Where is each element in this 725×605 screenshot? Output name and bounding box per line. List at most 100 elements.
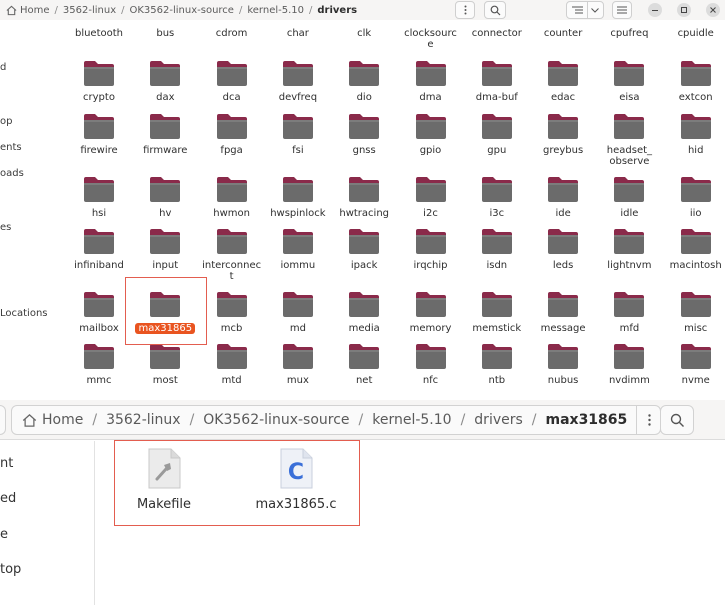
folder-item[interactable]: mfd: [596, 291, 662, 343]
breadcrumb-home[interactable]: Home: [20, 5, 50, 16]
folder-item[interactable]: most: [132, 343, 198, 395]
folder-item[interactable]: nubus: [530, 343, 596, 395]
sidebar-item-5[interactable]: es: [0, 222, 11, 233]
breadcrumb-3562-linux[interactable]: 3562-linux: [106, 412, 181, 428]
folder-item[interactable]: hsi: [66, 176, 132, 228]
folder-item[interactable]: hv: [132, 176, 198, 228]
folder-label[interactable]: bluetooth: [66, 28, 132, 39]
folder-item[interactable]: extcon: [663, 60, 725, 112]
back-button-edge[interactable]: [0, 405, 6, 435]
sidebar-item-2[interactable]: ed: [0, 491, 16, 506]
folder-label[interactable]: bus: [132, 28, 198, 39]
folder-item[interactable]: hwmon: [199, 176, 265, 228]
folder-item[interactable]: interconnec t: [199, 228, 265, 282]
folder-item[interactable]: gpio: [398, 113, 464, 165]
sidebar-item-other-locations[interactable]: Locations: [0, 308, 48, 319]
maximize-button[interactable]: [677, 3, 691, 17]
folder-item[interactable]: ntb: [464, 343, 530, 395]
folder-item[interactable]: iommu: [265, 228, 331, 280]
breadcrumb-drivers[interactable]: drivers: [317, 5, 357, 16]
breadcrumb-kernel[interactable]: kernel-5.10: [372, 412, 451, 428]
folder-item[interactable]: greybus: [530, 113, 596, 165]
folder-item[interactable]: leds: [530, 228, 596, 280]
folder-item[interactable]: crypto: [66, 60, 132, 112]
folder-item[interactable]: md: [265, 291, 331, 343]
sidebar-item-3[interactable]: e: [0, 527, 8, 542]
folder-item[interactable]: mmc: [66, 343, 132, 395]
folder-item[interactable]: i3c: [464, 176, 530, 228]
folder-label[interactable]: char: [265, 28, 331, 39]
folder-label[interactable]: clocksourc e: [398, 28, 464, 50]
breadcrumb-max31865[interactable]: max31865: [546, 412, 628, 428]
folder-item[interactable]: dma-buf: [464, 60, 530, 112]
folder-item[interactable]: memory: [398, 291, 464, 343]
path-menu-button[interactable]: [455, 1, 475, 19]
folder-item[interactable]: macintosh: [663, 228, 725, 280]
minimize-button[interactable]: [648, 3, 662, 17]
folder-item[interactable]: dio: [331, 60, 397, 112]
folder-item[interactable]: nvdimm: [596, 343, 662, 395]
path-menu-button[interactable]: [636, 406, 662, 434]
folder-item[interactable]: ide: [530, 176, 596, 228]
folder-item[interactable]: misc: [663, 291, 725, 343]
sidebar-item-1[interactable]: d: [0, 62, 6, 73]
folder-item[interactable]: eisa: [596, 60, 662, 112]
search-button[interactable]: [484, 1, 506, 19]
breadcrumb-3562-linux[interactable]: 3562-linux: [63, 5, 116, 16]
folder-item[interactable]: mux: [265, 343, 331, 395]
breadcrumb-drivers[interactable]: drivers: [474, 412, 522, 428]
folder-item[interactable]: hwtracing: [331, 176, 397, 228]
folder-item[interactable]: irqchip: [398, 228, 464, 280]
sidebar-item-4[interactable]: oads: [0, 168, 24, 179]
sidebar-item-2[interactable]: op: [0, 116, 12, 127]
breadcrumb-ok3562-linux-source[interactable]: OK3562-linux-source: [203, 412, 349, 428]
folder-item[interactable]: devfreq: [265, 60, 331, 112]
folder-item[interactable]: isdn: [464, 228, 530, 280]
folder-item[interactable]: message: [530, 291, 596, 343]
folder-item[interactable]: dax: [132, 60, 198, 112]
folder-label[interactable]: clk: [331, 28, 397, 39]
folder-item[interactable]: net: [331, 343, 397, 395]
breadcrumb-ok3562-linux-source[interactable]: OK3562-linux-source: [130, 5, 234, 16]
sidebar-item-1[interactable]: nt: [0, 456, 13, 471]
folder-item[interactable]: headset_ observe: [596, 113, 662, 167]
sidebar-item-4[interactable]: top: [0, 562, 21, 577]
breadcrumb-kernel[interactable]: kernel-5.10: [247, 5, 304, 16]
folder-item[interactable]: firewire: [66, 113, 132, 165]
folder-item[interactable]: gpu: [464, 113, 530, 165]
folder-label[interactable]: cdrom: [199, 28, 265, 39]
folder-item[interactable]: memstick: [464, 291, 530, 343]
folder-item[interactable]: dca: [199, 60, 265, 112]
folder-item[interactable]: edac: [530, 60, 596, 112]
folder-item[interactable]: fpga: [199, 113, 265, 165]
folder-item[interactable]: hwspinlock: [265, 176, 331, 228]
folder-item[interactable]: iio: [663, 176, 725, 228]
folder-item[interactable]: nfc: [398, 343, 464, 395]
folder-item[interactable]: media: [331, 291, 397, 343]
folder-item[interactable]: firmware: [132, 113, 198, 165]
folder-item[interactable]: gnss: [331, 113, 397, 165]
folder-item[interactable]: dma: [398, 60, 464, 112]
folder-item[interactable]: i2c: [398, 176, 464, 228]
view-options-button[interactable]: [566, 1, 604, 19]
folder-item[interactable]: fsi: [265, 113, 331, 165]
folder-item[interactable]: mailbox: [66, 291, 132, 343]
folder-label[interactable]: cpufreq: [596, 28, 662, 39]
folder-item[interactable]: hid: [663, 113, 725, 165]
sidebar-item-3[interactable]: ents: [0, 142, 22, 153]
folder-label[interactable]: cpuidle: [663, 28, 725, 39]
folder-item[interactable]: mcb: [199, 291, 265, 343]
folder-item[interactable]: infiniband: [66, 228, 132, 280]
folder-item[interactable]: lightnvm: [596, 228, 662, 280]
folder-label[interactable]: counter: [530, 28, 596, 39]
folder-item[interactable]: mtd: [199, 343, 265, 395]
breadcrumb-home[interactable]: Home: [42, 412, 83, 428]
folder-label[interactable]: connector: [464, 28, 530, 39]
folder-item[interactable]: idle: [596, 176, 662, 228]
search-button[interactable]: [660, 405, 694, 435]
folder-item[interactable]: input: [132, 228, 198, 280]
folder-item[interactable]: ipack: [331, 228, 397, 280]
folder-item[interactable]: nvme: [663, 343, 725, 395]
hamburger-menu-button[interactable]: [612, 1, 632, 19]
close-button[interactable]: [706, 3, 720, 17]
